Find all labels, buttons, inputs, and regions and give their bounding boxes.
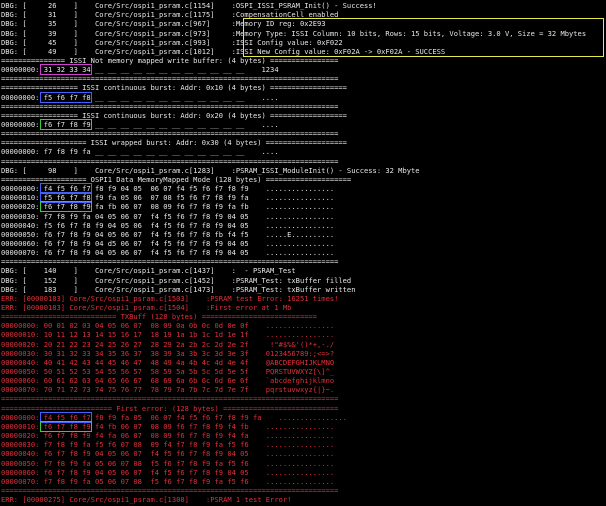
terminal-window[interactable]: DBG: [ 26 ] Core/Src/ospi1_psram.c[1154]… [0,0,606,506]
error-log-line: ERR: [00000275] Core/Src/ospi1_psram.c[1… [1,495,292,505]
